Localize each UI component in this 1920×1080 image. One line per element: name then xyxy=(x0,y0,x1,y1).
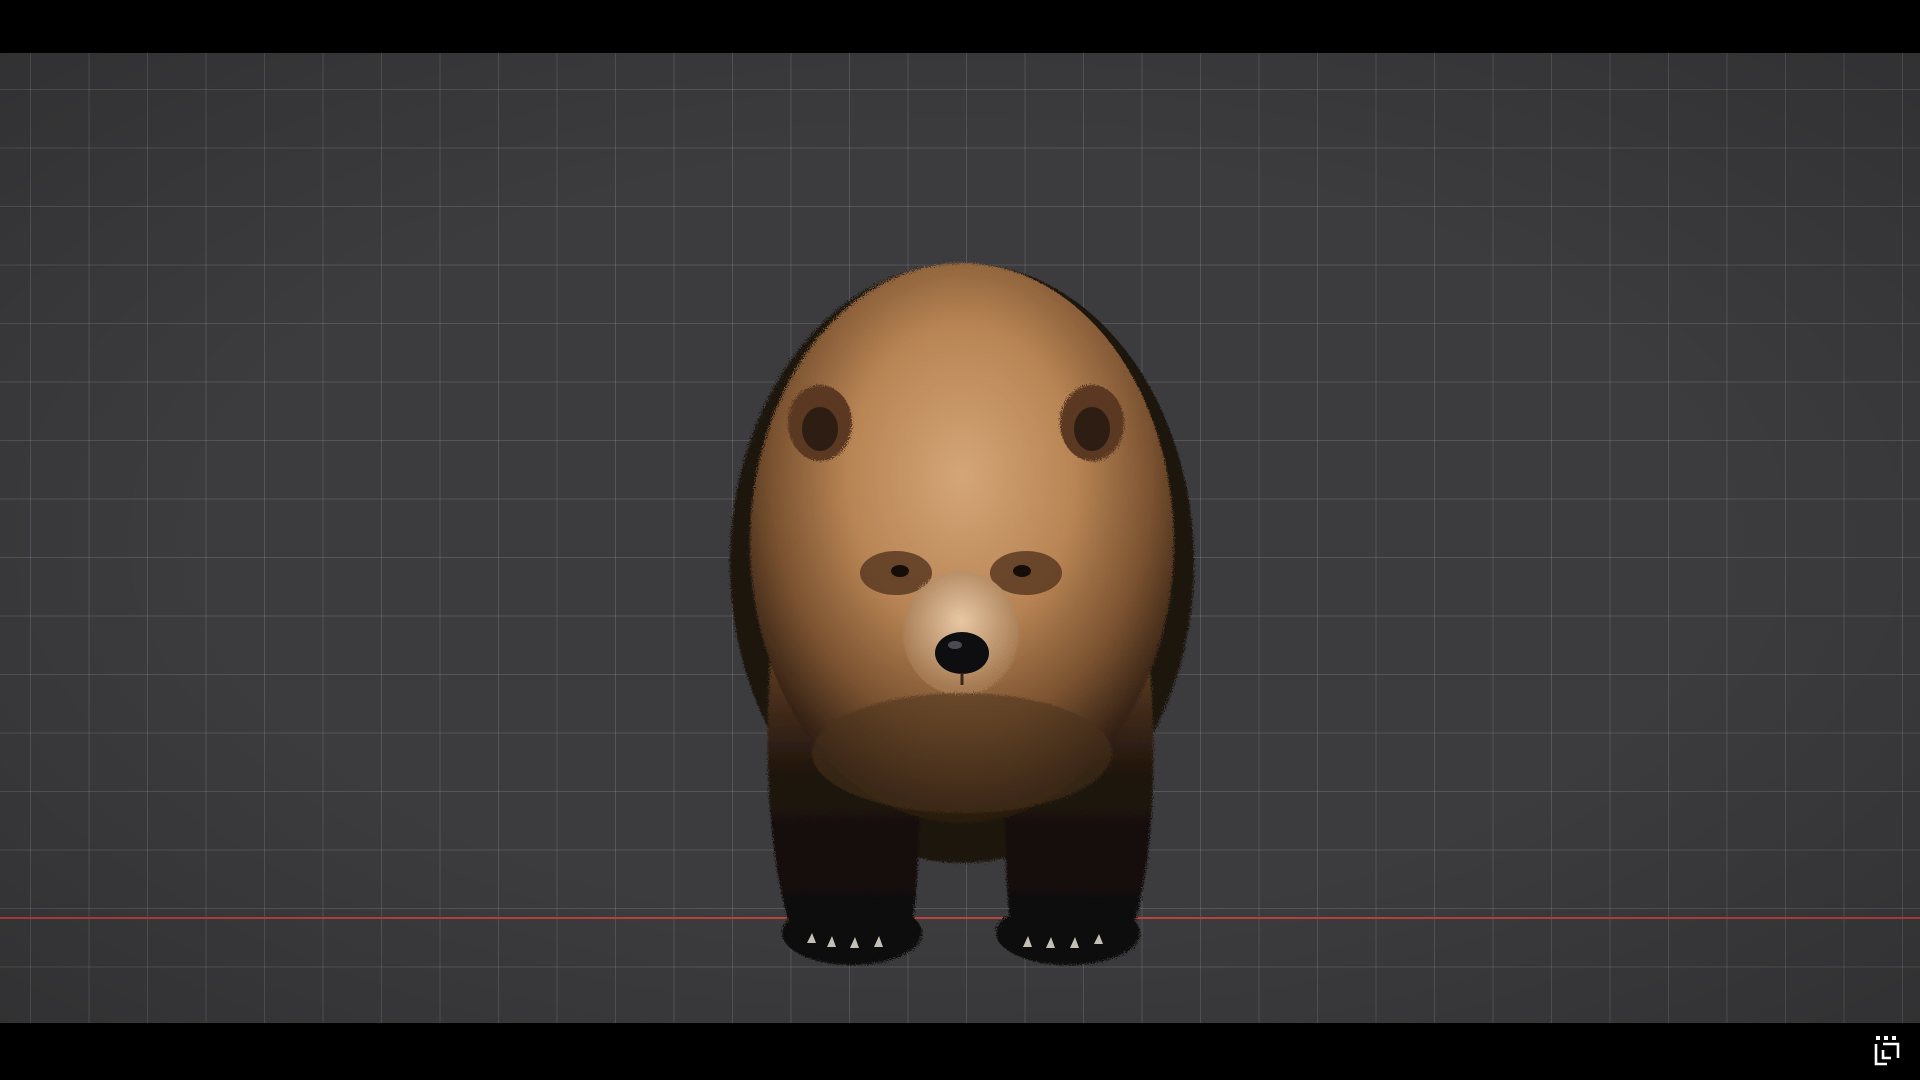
video-frame xyxy=(0,0,1920,1080)
channel-logo-icon xyxy=(1874,1036,1900,1066)
3d-viewport[interactable] xyxy=(0,53,1920,1023)
letterbox-bottom xyxy=(0,1023,1920,1080)
letterbox-top xyxy=(0,0,1920,53)
bear-model[interactable] xyxy=(700,233,1220,993)
